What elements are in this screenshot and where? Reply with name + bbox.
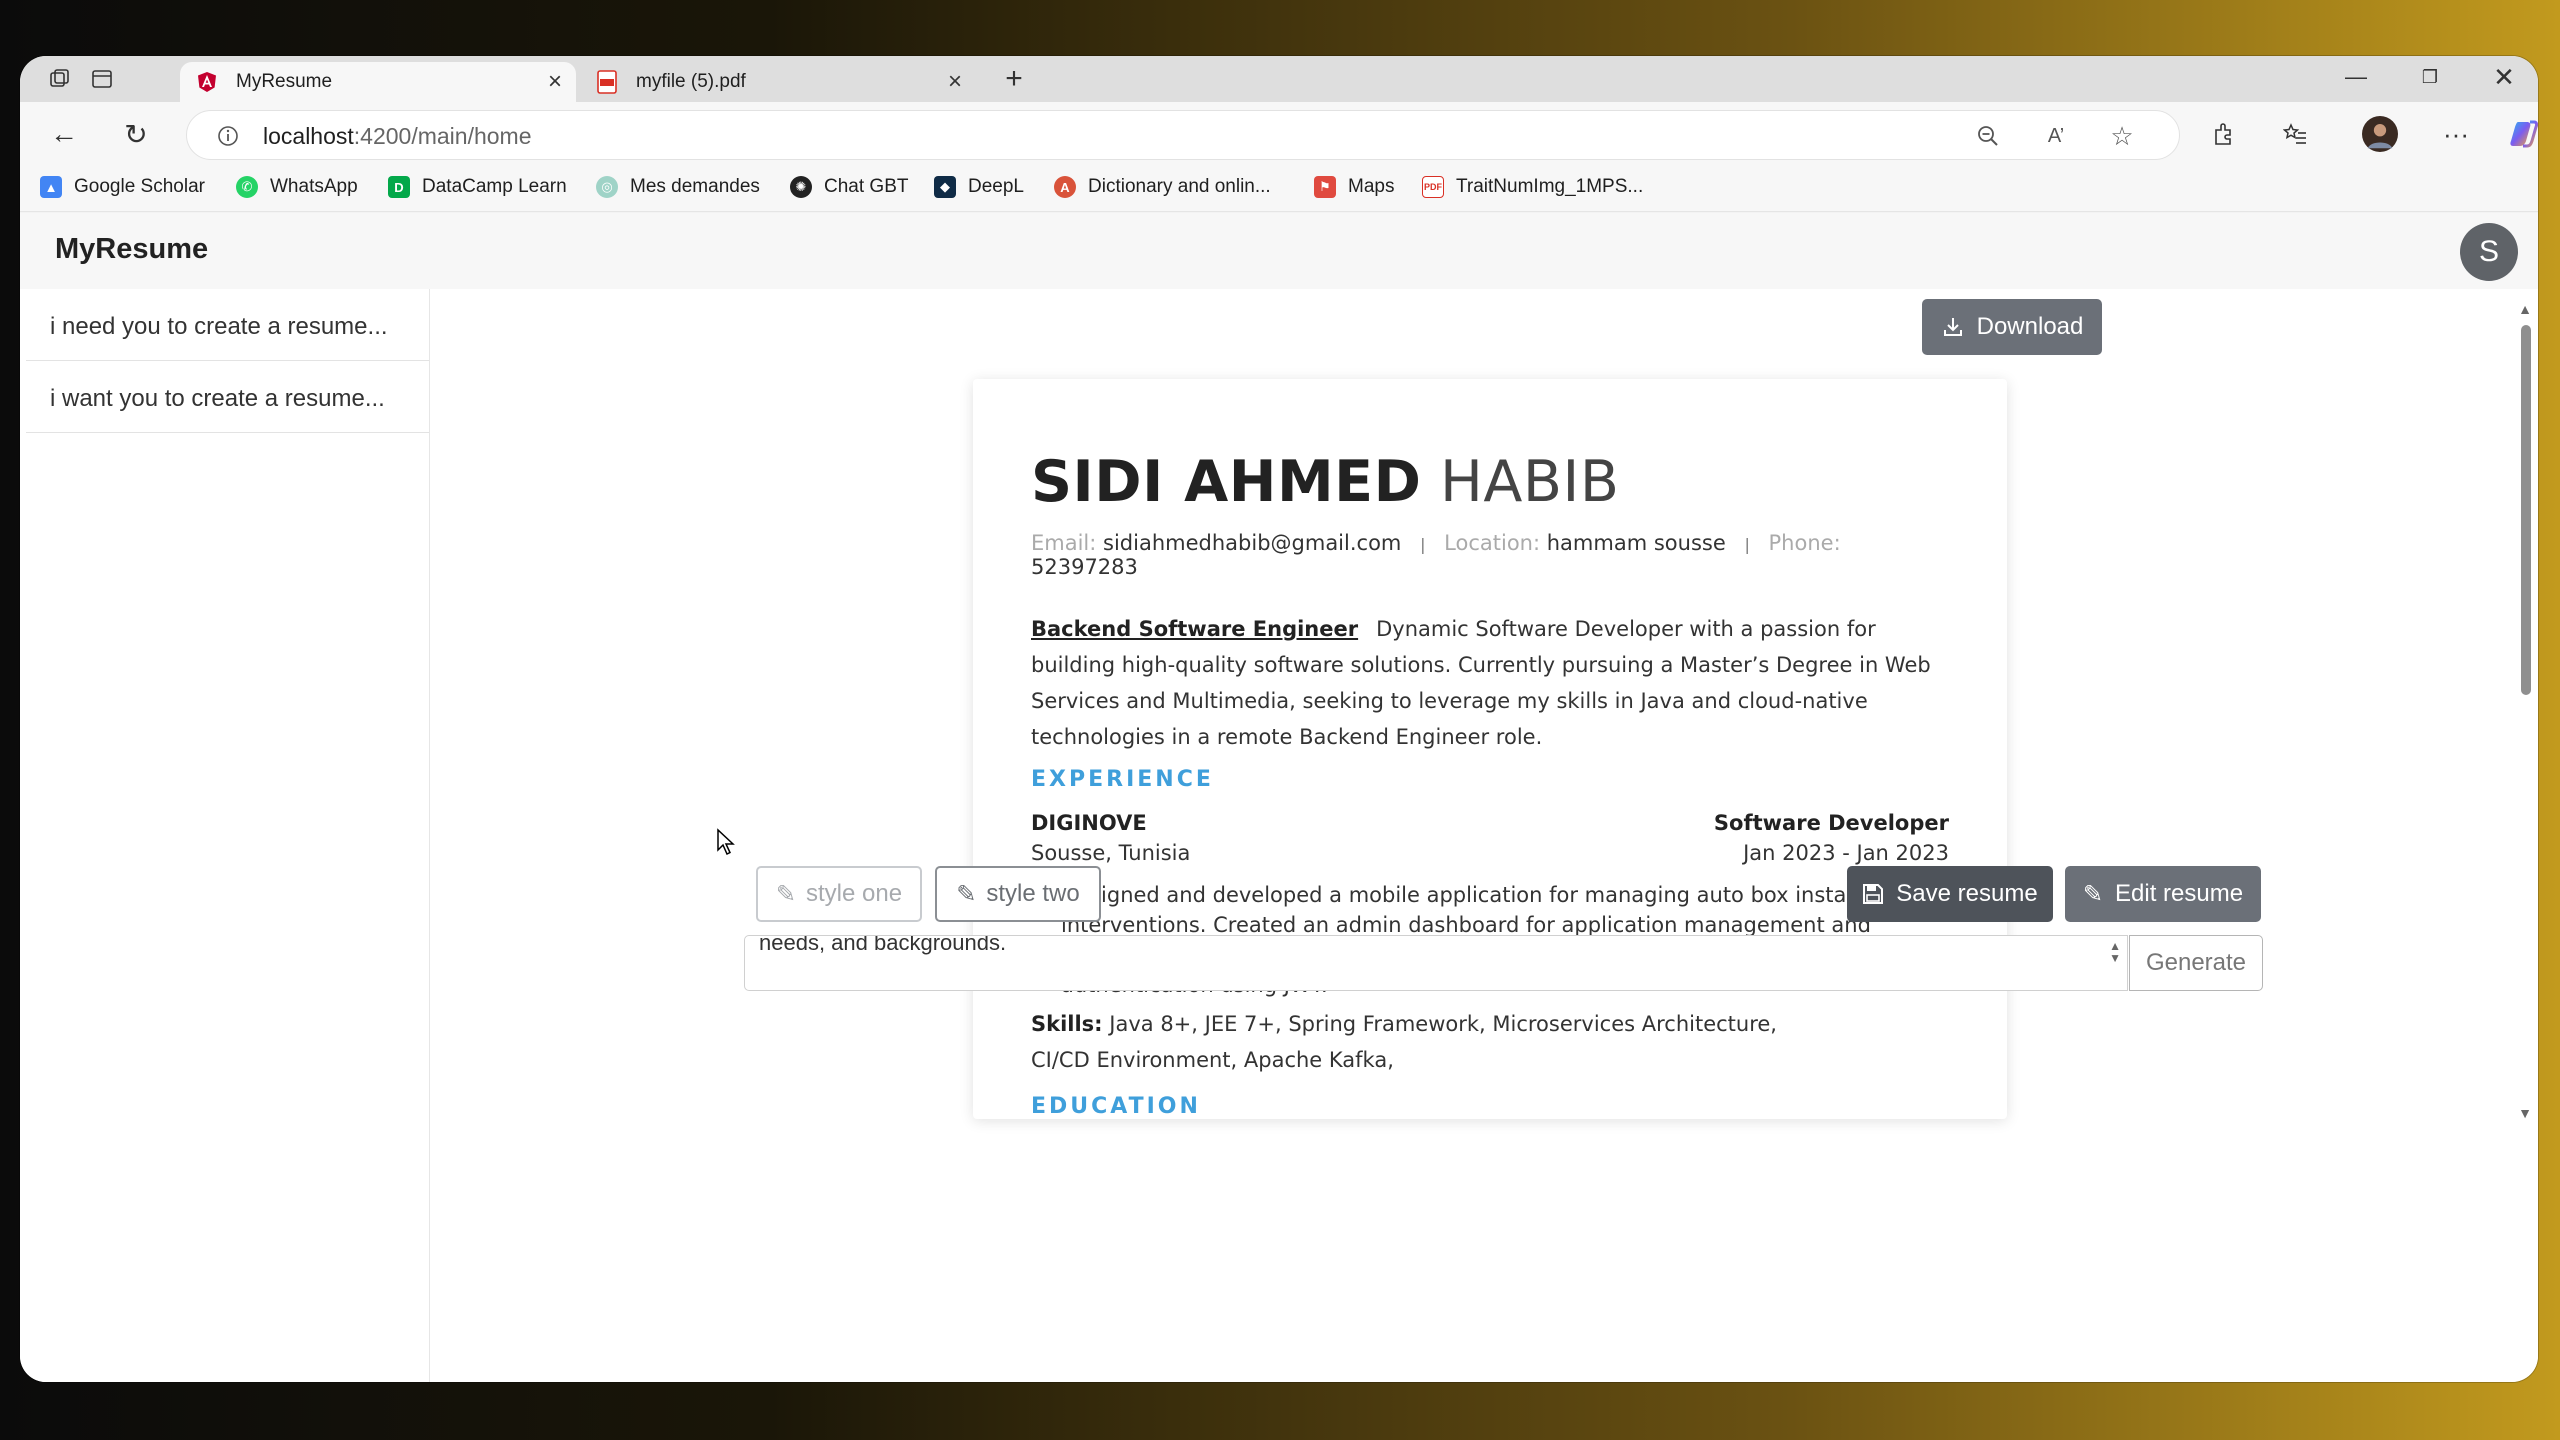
reload-icon[interactable]: ↻ bbox=[118, 116, 154, 152]
style-two-button[interactable]: ✎ style two bbox=[935, 866, 1101, 922]
job-entry: DIGINOVE Sousse, Tunisia Software Develo… bbox=[1031, 808, 1949, 868]
job-dates: Jan 2023 - Jan 2023 bbox=[1743, 841, 1949, 865]
bookmark-dictionary[interactable]: A Dictionary and onlin... bbox=[1054, 176, 1271, 198]
app-header: MyResume S bbox=[20, 213, 2538, 289]
job-location: Sousse, Tunisia bbox=[1031, 841, 1191, 865]
bookmark-maps[interactable]: ⚑ Maps bbox=[1314, 176, 1394, 198]
job-skills: Skills: Java 8+, JEE 7+, Spring Framewor… bbox=[1031, 1012, 1777, 1072]
prompt-textarea[interactable]: needs, and backgrounds. ▲ ▼ bbox=[744, 935, 2128, 991]
pencil-icon: ✎ bbox=[956, 880, 977, 908]
user-avatar[interactable]: S bbox=[2460, 223, 2518, 281]
mes-demandes-icon: ◎ bbox=[596, 176, 618, 198]
scroll-up-icon[interactable]: ▲ bbox=[2518, 301, 2532, 317]
history-sidebar: i need you to create a resume... i want … bbox=[26, 289, 430, 1382]
browser-window: MyResume × myfile (5).pdf × + — ❐ ✕ ← ↻ … bbox=[20, 56, 2538, 1382]
resume-contact: Email: sidiahmedhabib@gmail.com | Locati… bbox=[1031, 531, 1841, 579]
close-tab-icon[interactable]: × bbox=[548, 68, 562, 96]
back-icon[interactable]: ← bbox=[46, 116, 82, 152]
toolbar: ← ↻ localhost:4200/main/home A’ ☆ ··· bbox=[20, 102, 2538, 166]
copilot-icon[interactable] bbox=[2506, 116, 2538, 152]
main-panel: Download ▲ ▼ SIDI AHMED HABIB Email: sid… bbox=[431, 289, 2538, 1382]
style-one-button[interactable]: ✎ style one bbox=[756, 866, 922, 922]
resume-scrollbar[interactable]: ▲ ▼ bbox=[2518, 301, 2532, 1121]
edit-resume-button[interactable]: ✎ Edit resume bbox=[2065, 866, 2261, 922]
download-button[interactable]: Download bbox=[1922, 299, 2102, 355]
profile-avatar-icon[interactable] bbox=[2362, 116, 2398, 152]
resume-phone: 52397283 bbox=[1031, 555, 1138, 579]
tab-strip: MyResume × myfile (5).pdf × + — ❐ ✕ bbox=[20, 56, 2538, 102]
maps-icon: ⚑ bbox=[1314, 176, 1336, 198]
bookmark-google-scholar[interactable]: ▲ Google Scholar bbox=[40, 176, 205, 198]
angular-icon bbox=[194, 69, 220, 95]
url-text: localhost:4200/main/home bbox=[263, 123, 532, 149]
google-scholar-icon: ▲ bbox=[40, 176, 62, 198]
bookmark-chatgpt[interactable]: ✺ Chat GBT bbox=[790, 176, 908, 198]
prompt-text: needs, and backgrounds. bbox=[759, 935, 1007, 955]
tab-myresume[interactable]: MyResume × bbox=[180, 62, 576, 102]
address-bar[interactable]: localhost:4200/main/home A’ ☆ bbox=[186, 110, 2180, 160]
pdf-icon: PDF bbox=[1422, 176, 1444, 198]
site-info-icon[interactable] bbox=[213, 121, 243, 151]
resume-preview: SIDI AHMED HABIB Email: sidiahmedhabib@g… bbox=[973, 379, 2007, 1119]
textarea-spinner-icon[interactable]: ▲ ▼ bbox=[2109, 940, 2121, 964]
scroll-thumb[interactable] bbox=[2521, 325, 2531, 695]
bookmark-traitnumimg[interactable]: PDF TraitNumImg_1MPS... bbox=[1422, 176, 1643, 198]
scroll-down-icon[interactable]: ▼ bbox=[2518, 1105, 2532, 1121]
close-window-icon[interactable]: ✕ bbox=[2484, 62, 2524, 92]
resume-email: sidiahmedhabib@gmail.com bbox=[1103, 531, 1402, 555]
vertical-tabs-icon[interactable] bbox=[86, 65, 118, 93]
job-company: DIGINOVE bbox=[1031, 811, 1147, 835]
app-brand[interactable]: MyResume bbox=[55, 233, 208, 266]
save-resume-button[interactable]: Save resume bbox=[1847, 866, 2053, 922]
download-icon bbox=[1941, 315, 1965, 339]
generate-button[interactable]: Generate bbox=[2129, 935, 2263, 991]
sidebar-item-history[interactable]: i need you to create a resume... bbox=[26, 289, 429, 361]
sidebar-item-history[interactable]: i want you to create a resume... bbox=[26, 361, 429, 433]
mouse-cursor-icon bbox=[716, 828, 736, 856]
workspaces-icon[interactable] bbox=[44, 65, 76, 93]
bookmarks-bar: ▲ Google Scholar ✆ WhatsApp D DataCamp Lear… bbox=[20, 166, 2538, 212]
tab-title: MyResume bbox=[236, 71, 333, 92]
zoom-out-icon[interactable] bbox=[1973, 121, 2003, 151]
app-page: MyResume S i need you to create a resume… bbox=[20, 213, 2538, 1382]
bookmark-whatsapp[interactable]: ✆ WhatsApp bbox=[236, 176, 358, 198]
tab-pdf[interactable]: myfile (5).pdf × bbox=[580, 62, 976, 102]
chatgpt-icon: ✺ bbox=[790, 176, 812, 198]
restore-icon[interactable]: ❐ bbox=[2410, 62, 2450, 92]
tab-title: myfile (5).pdf bbox=[636, 71, 746, 92]
more-menu-icon[interactable]: ··· bbox=[2438, 116, 2474, 152]
experience-heading: EXPERIENCE bbox=[1031, 767, 1214, 792]
job-title: Software Developer bbox=[1713, 811, 1949, 835]
minimize-icon[interactable]: — bbox=[2336, 62, 2376, 92]
whatsapp-icon: ✆ bbox=[236, 176, 258, 198]
read-aloud-icon[interactable]: A’ bbox=[2041, 121, 2071, 151]
resume-role: Backend Software Engineer bbox=[1031, 617, 1359, 641]
dictionary-icon: A bbox=[1054, 176, 1076, 198]
pdf-icon bbox=[594, 69, 620, 95]
pencil-icon: ✎ bbox=[2082, 880, 2104, 908]
favorites-icon[interactable] bbox=[2278, 116, 2314, 152]
bookmark-mes-demandes[interactable]: ◎ Mes demandes bbox=[596, 176, 760, 198]
resume-location: hammam sousse bbox=[1546, 531, 1726, 555]
extensions-icon[interactable] bbox=[2206, 116, 2242, 152]
new-tab-icon[interactable]: + bbox=[998, 62, 1030, 95]
resume-summary: Backend Software Engineer Dynamic Softwar… bbox=[1031, 617, 1931, 749]
save-icon bbox=[1862, 883, 1884, 905]
deepl-icon: ◆ bbox=[934, 176, 956, 198]
bookmark-datacamp[interactable]: D DataCamp Learn bbox=[388, 176, 567, 198]
bookmark-deepl[interactable]: ◆ DeepL bbox=[934, 176, 1024, 198]
datacamp-icon: D bbox=[388, 176, 410, 198]
favorite-star-icon[interactable]: ☆ bbox=[2107, 121, 2137, 151]
education-heading: EDUCATION bbox=[1031, 1094, 1201, 1119]
resume-name: SIDI AHMED HABIB bbox=[1031, 449, 1620, 515]
pencil-icon: ✎ bbox=[775, 880, 797, 908]
close-tab-icon[interactable]: × bbox=[948, 68, 962, 96]
